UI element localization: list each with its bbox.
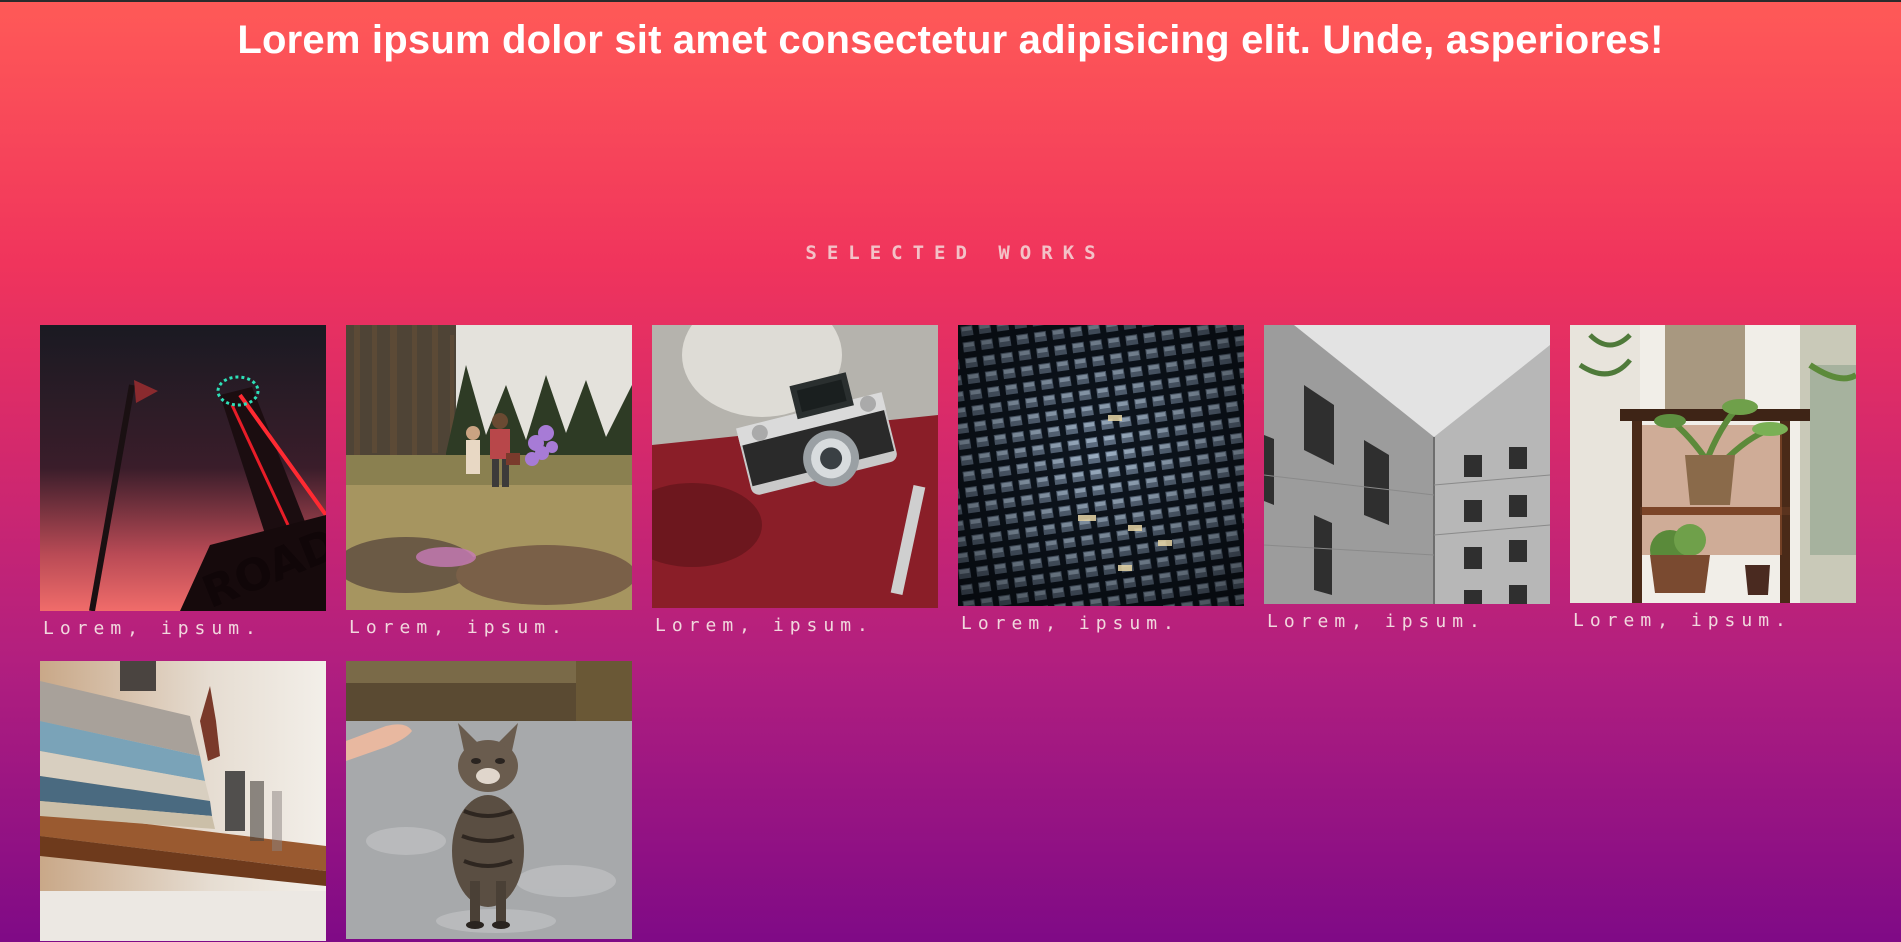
page-headline: Lorem ipsum dolor sit amet consectetur a… — [237, 18, 1664, 62]
gallery-item[interactable]: Lorem, ipsum. — [652, 325, 938, 636]
gallery-item[interactable]: Lorem, ipsum. — [1570, 325, 1856, 631]
section-title: SELECTED WORKS — [805, 242, 1106, 264]
gallery-caption: Lorem, ipsum. — [43, 618, 262, 639]
gallery-image-forest-couple[interactable] — [346, 325, 632, 610]
gallery-image-vintage-camera[interactable] — [652, 325, 938, 608]
gallery-caption: Lorem, ipsum. — [349, 617, 568, 638]
gallery-caption: Lorem, ipsum. — [1573, 610, 1792, 631]
gallery-caption: Lorem, ipsum. — [961, 613, 1180, 634]
gallery-item[interactable] — [40, 661, 326, 941]
gallery-caption: Lorem, ipsum. — [1267, 611, 1486, 632]
gallery-item[interactable]: ROAD Lorem, ipsum. — [40, 325, 326, 639]
gallery-item[interactable]: Lorem, ipsum. — [958, 325, 1244, 634]
gallery-item[interactable]: Lorem, ipsum. — [1264, 325, 1550, 632]
gallery-image-building-facade[interactable] — [958, 325, 1244, 606]
gallery-caption: Lorem, ipsum. — [655, 615, 874, 636]
gallery-image-amusement-ride[interactable]: ROAD — [40, 325, 326, 611]
gallery-item[interactable] — [346, 661, 632, 939]
gallery-image-tabby-cat[interactable] — [346, 661, 632, 939]
gallery-image-plants-stand[interactable] — [1570, 325, 1856, 603]
gallery-image-books-shelf[interactable] — [40, 661, 326, 941]
gallery-item[interactable]: Lorem, ipsum. — [346, 325, 632, 638]
gallery-image-concrete-building[interactable] — [1264, 325, 1550, 604]
